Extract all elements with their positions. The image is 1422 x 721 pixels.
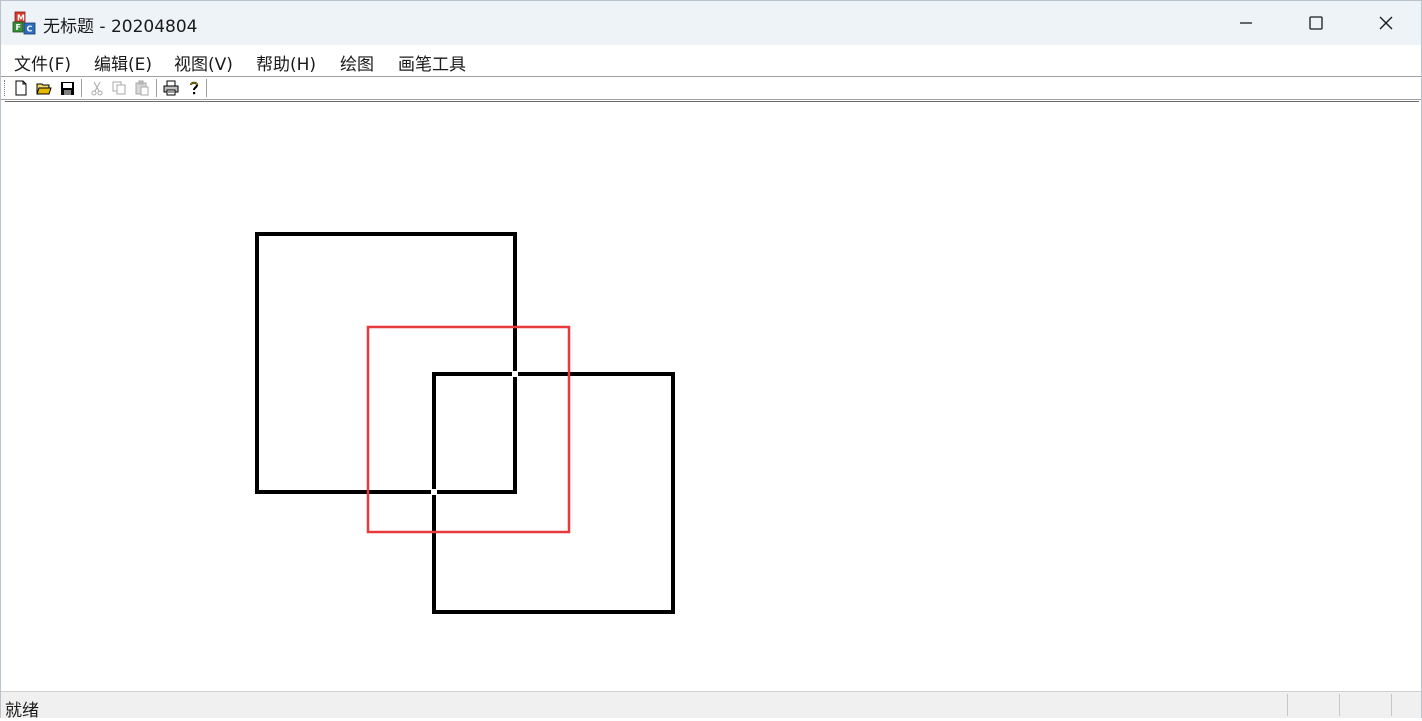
cut-icon	[91, 81, 103, 96]
status-pane	[1391, 694, 1392, 716]
close-button[interactable]	[1351, 1, 1421, 45]
menu-view[interactable]: 视图(V)	[174, 50, 233, 75]
print-button[interactable]	[161, 79, 181, 97]
toolbar	[1, 76, 1421, 100]
minimize-button[interactable]	[1211, 1, 1281, 45]
open-folder-icon	[36, 83, 52, 95]
menu-file[interactable]: 文件(F)	[14, 50, 71, 75]
title-bar[interactable]: M F C 无标题 - 20204804	[1, 1, 1421, 45]
toolbar-separator	[156, 79, 158, 97]
status-bar: 就绪	[1, 691, 1421, 721]
svg-text:F: F	[16, 23, 21, 32]
menu-brush-tools[interactable]: 画笔工具	[398, 50, 466, 75]
print-icon	[163, 80, 179, 96]
intersection-mark	[431, 489, 437, 495]
new-file-icon	[15, 80, 27, 96]
paste-icon	[135, 80, 149, 96]
maximize-button[interactable]	[1281, 1, 1351, 45]
copy-button[interactable]	[109, 79, 129, 97]
drawing-canvas[interactable]	[5, 101, 1419, 690]
minimize-icon	[1240, 22, 1252, 24]
status-pane	[1287, 694, 1288, 716]
paste-button[interactable]	[132, 79, 152, 97]
about-help-button[interactable]	[184, 79, 204, 97]
menu-edit[interactable]: 编辑(E)	[94, 50, 152, 75]
save-button[interactable]	[57, 79, 77, 97]
mfc-app-icon: M F C	[12, 11, 36, 35]
black-square-upper-left[interactable]	[255, 232, 517, 494]
maximize-icon	[1309, 16, 1323, 30]
status-pane	[1339, 694, 1340, 716]
copy-icon	[112, 81, 126, 95]
toolbar-grip[interactable]	[4, 80, 7, 96]
menu-draw[interactable]: 绘图	[340, 50, 374, 75]
menu-bar: 文件(F) 编辑(E) 视图(V) 帮助(H) 绘图 画笔工具	[1, 45, 1421, 76]
new-button[interactable]	[11, 79, 31, 97]
help-icon	[190, 81, 199, 95]
open-button[interactable]	[34, 79, 54, 97]
save-icon	[60, 81, 74, 95]
menu-help[interactable]: 帮助(H)	[256, 50, 316, 75]
app-window: M F C 无标题 - 20204804 文件(F) 编辑(E) 视图(V) 帮…	[0, 0, 1422, 721]
close-icon	[1379, 16, 1393, 30]
toolbar-separator	[81, 79, 83, 97]
status-text: 就绪	[5, 701, 39, 721]
toolbar-separator	[206, 79, 208, 97]
svg-text:C: C	[27, 25, 33, 34]
window-title: 无标题 - 20204804	[43, 17, 198, 37]
intersection-mark	[512, 371, 518, 377]
red-rectangle-middle[interactable]	[366, 325, 571, 534]
svg-text:M: M	[17, 14, 25, 23]
cut-button[interactable]	[87, 79, 107, 97]
drawing-surface[interactable]	[5, 102, 1419, 691]
